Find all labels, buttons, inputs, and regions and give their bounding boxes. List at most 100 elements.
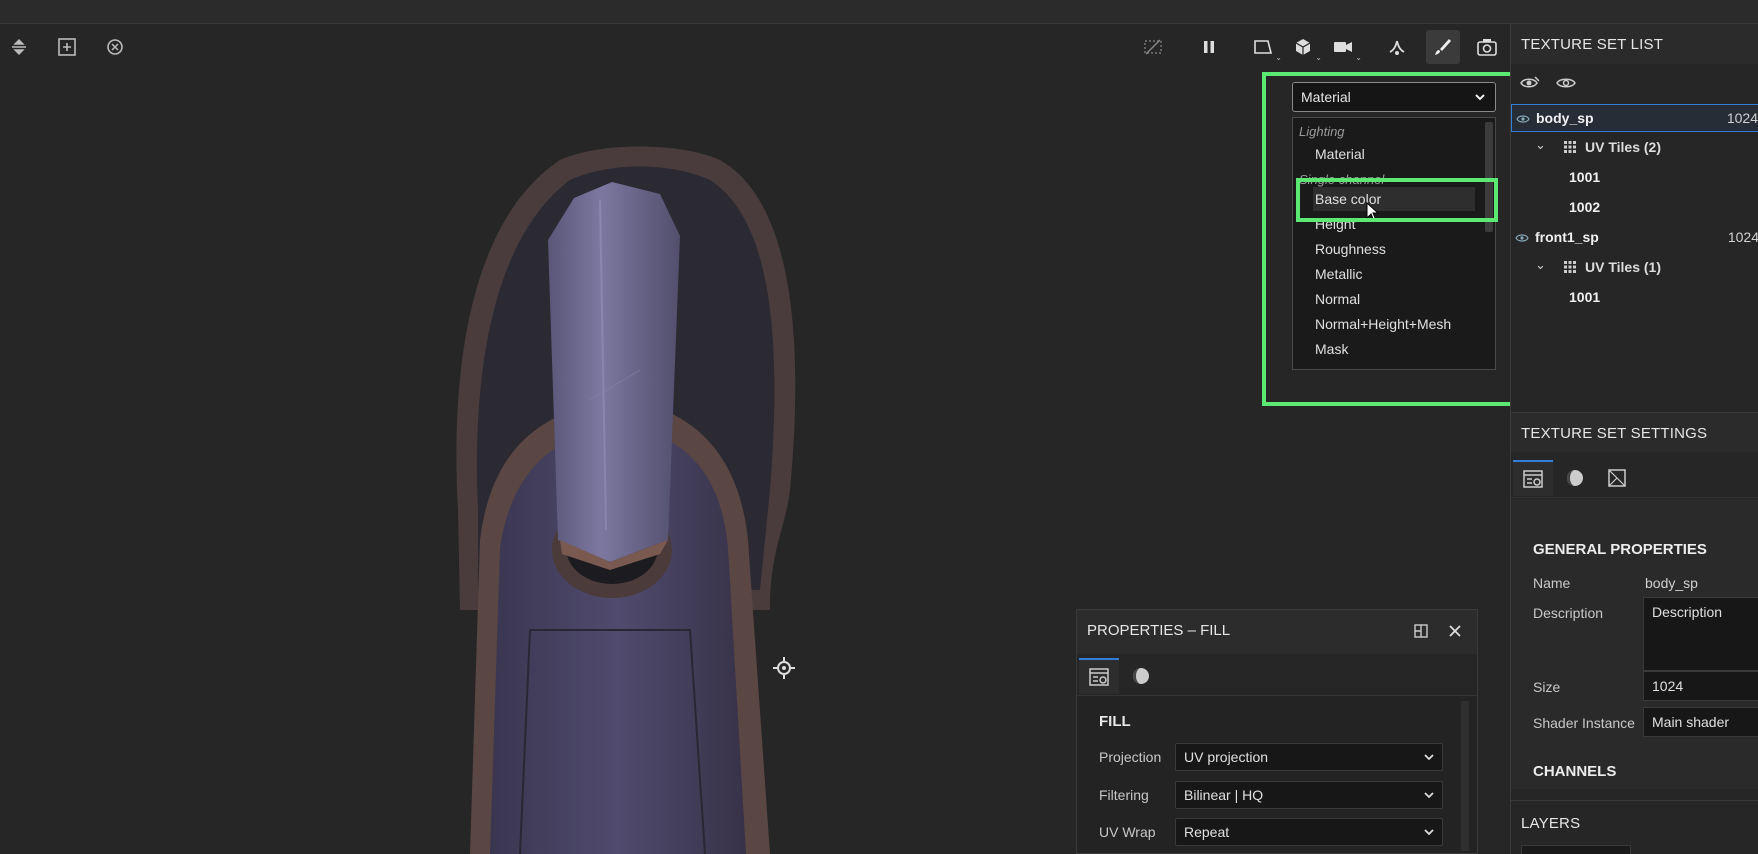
right-panel: TEXTURE SET LIST body_sp 1024 ⌄ UV Tiles… [1510, 24, 1758, 854]
properties-body: FILL Projection UV projection Filtering … [1077, 697, 1477, 854]
group-label-single-channel: Single channel [1299, 172, 1385, 187]
uv-wrap-select[interactable]: Repeat [1175, 818, 1443, 846]
uv-tiles-label: UV Tiles (2) [1585, 139, 1661, 155]
option-height[interactable]: Height [1315, 212, 1477, 236]
texture-set-front1-sp[interactable]: front1_sp 1024 [1511, 224, 1758, 252]
pause-icon[interactable] [1196, 34, 1222, 60]
texture-set-name: front1_sp [1535, 229, 1599, 245]
eye-icon[interactable] [1516, 113, 1530, 125]
name-label: Name [1533, 575, 1571, 591]
grid-icon [1564, 261, 1576, 273]
paint-brush-icon[interactable] [1426, 30, 1460, 64]
symmetry-icon[interactable] [1384, 34, 1410, 60]
tab-shader[interactable] [1555, 460, 1595, 496]
texture-set-name: body_sp [1536, 110, 1594, 126]
viewport-mode-select[interactable]: Material [1292, 82, 1496, 112]
option-mask[interactable]: Mask [1315, 337, 1477, 361]
texture-set-size: 1024 [1726, 110, 1758, 126]
shader-instance-value: Main shader [1652, 714, 1730, 730]
chevron-down-icon [1424, 792, 1434, 799]
description-label: Description [1533, 605, 1604, 621]
material-sphere-icon [1567, 470, 1583, 486]
uv-tiles-label: UV Tiles (1) [1585, 259, 1661, 275]
description-field[interactable]: Description [1643, 597, 1758, 671]
texture-set-size: 1024 [1727, 229, 1758, 245]
option-normal[interactable]: Normal [1315, 287, 1477, 311]
chevron-down-icon[interactable]: ⌄ [1535, 137, 1546, 153]
chevron-down-icon [1475, 94, 1485, 101]
option-metallic[interactable]: Metallic [1315, 262, 1477, 286]
texture-set-settings-title: TEXTURE SET SETTINGS [1521, 425, 1708, 442]
tab-fill-settings[interactable] [1079, 658, 1119, 694]
texture-set-settings-header: TEXTURE SET SETTINGS [1511, 412, 1758, 452]
uv-tile-id: 1001 [1569, 169, 1601, 185]
viewport-toolbar: ⌄ ⌄ ⌄ [0, 24, 1510, 70]
properties-tabs [1077, 654, 1477, 696]
camera-icon[interactable]: ⌄ [1330, 34, 1362, 62]
size-value: 1024 [1652, 678, 1684, 694]
shader-instance-select[interactable]: Main shader [1643, 707, 1758, 737]
viewport-mode-selected: Material [1301, 89, 1351, 105]
screenshot-icon[interactable] [1474, 34, 1500, 60]
fill-section-title: FILL [1099, 713, 1131, 730]
material-sphere-icon [1133, 668, 1149, 684]
top-strip [0, 0, 1758, 24]
size-select[interactable]: 1024 [1643, 671, 1758, 701]
viewport-mode-list[interactable]: Lighting Material Single channel Base co… [1292, 117, 1496, 370]
shader-instance-label: Shader Instance [1533, 715, 1635, 731]
uv-wrap-label: UV Wrap [1099, 824, 1156, 840]
chevron-down-icon [1424, 829, 1434, 836]
projection-select[interactable]: UV projection [1175, 743, 1443, 771]
texture-set-settings-body: GENERAL PROPERTIES Name body_sp Descript… [1511, 499, 1758, 789]
uv-tile-id: 1001 [1569, 289, 1601, 305]
option-material[interactable]: Material [1315, 142, 1477, 166]
mode-list-scrollbar[interactable] [1485, 122, 1493, 232]
add-frame-icon[interactable] [54, 34, 80, 60]
description-value: Description [1652, 604, 1723, 620]
projection-label: Projection [1099, 749, 1162, 765]
hide-icon[interactable] [1140, 34, 1166, 60]
dock-icon[interactable] [1413, 623, 1429, 639]
texture-set-list-header: TEXTURE SET LIST [1511, 24, 1758, 64]
option-base-color[interactable]: Base color [1313, 187, 1475, 211]
texture-set-body-sp[interactable]: body_sp 1024 [1511, 104, 1758, 132]
chevron-down-icon[interactable]: ⌄ [1535, 257, 1546, 273]
layers-header: LAYERS [1511, 800, 1758, 854]
option-roughness[interactable]: Roughness [1315, 237, 1477, 261]
texture-set-list-title: TEXTURE SET LIST [1521, 36, 1664, 53]
2d-view-icon[interactable]: ⌄ [1250, 34, 1282, 62]
uv-tile-1001[interactable]: 1001 [1511, 284, 1758, 312]
uv-tile-id: 1002 [1569, 199, 1601, 215]
channels-title[interactable]: CHANNELS [1533, 763, 1616, 780]
tab-mesh-maps[interactable] [1597, 460, 1637, 496]
pivot-icon[interactable] [772, 656, 796, 685]
visibility-toggle-icon[interactable] [1519, 74, 1541, 92]
properties-scrollbar[interactable] [1461, 701, 1469, 851]
3d-view-icon[interactable]: ⌄ [1290, 34, 1322, 62]
eye-icon[interactable] [1555, 74, 1577, 92]
option-normal-height-mesh[interactable]: Normal+Height+Mesh [1315, 312, 1477, 336]
texture-set-settings-tabs [1511, 454, 1758, 498]
chevron-down-icon [1424, 754, 1434, 761]
eye-icon[interactable] [1515, 232, 1529, 244]
uv-tiles-group[interactable]: ⌄ UV Tiles (1) [1511, 254, 1758, 282]
filtering-select[interactable]: Bilinear | HQ [1175, 781, 1443, 809]
uv-wrap-value: Repeat [1184, 824, 1230, 840]
filtering-value: Bilinear | HQ [1184, 787, 1264, 803]
grid-icon [1564, 141, 1576, 153]
uv-mesh-icon [1608, 469, 1626, 487]
name-value: body_sp [1645, 575, 1698, 591]
settings-panel-icon [1089, 668, 1109, 686]
mouse-cursor-icon [1366, 202, 1380, 222]
properties-fill-panel: PROPERTIES – FILL FILL Projection UV pro… [1076, 609, 1478, 854]
align-icon[interactable] [6, 34, 32, 60]
tab-material[interactable] [1121, 658, 1161, 694]
size-label: Size [1533, 679, 1561, 695]
layers-toolbar-button[interactable] [1521, 845, 1631, 854]
close-icon[interactable] [1447, 623, 1463, 639]
uv-tile-1001[interactable]: 1001 [1511, 164, 1758, 192]
uv-tiles-group[interactable]: ⌄ UV Tiles (2) [1511, 134, 1758, 162]
uv-tile-1002[interactable]: 1002 [1511, 194, 1758, 222]
reset-camera-icon[interactable] [102, 34, 128, 60]
tab-settings[interactable] [1513, 460, 1553, 496]
